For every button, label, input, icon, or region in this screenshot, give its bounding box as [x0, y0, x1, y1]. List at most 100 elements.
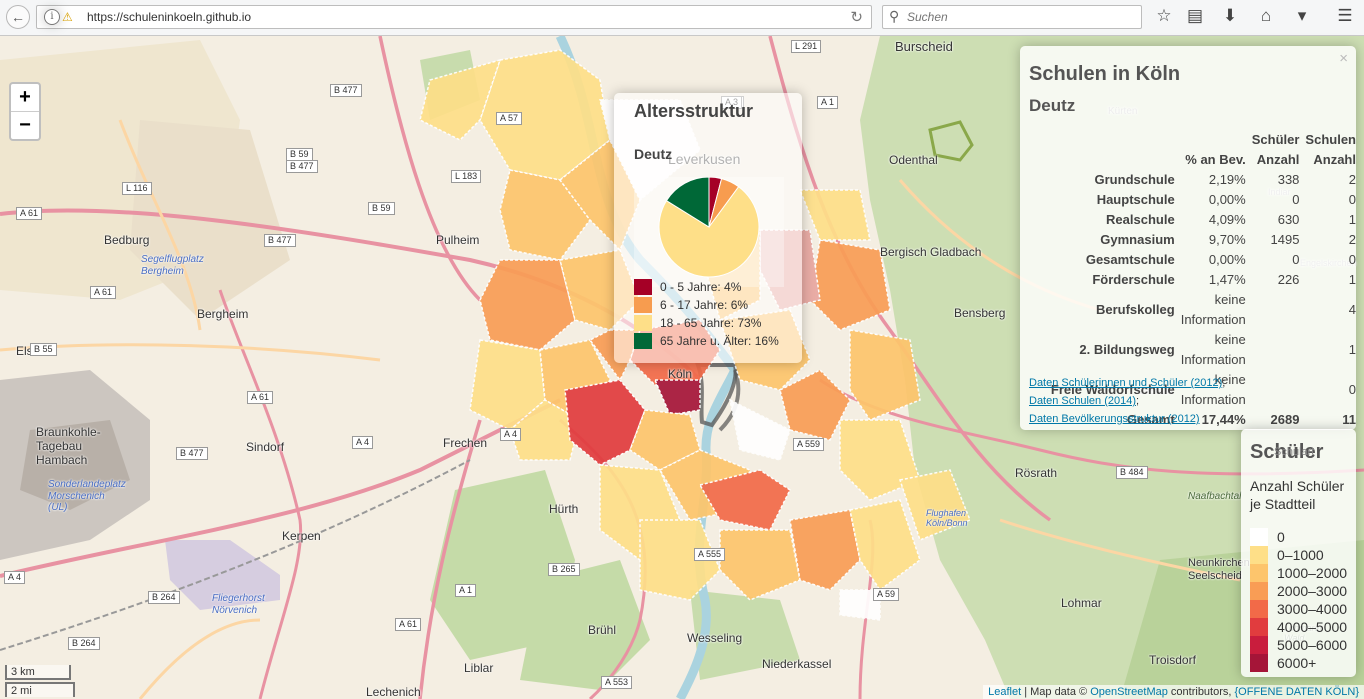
age-title: Altersstruktur	[634, 101, 754, 121]
legend-item: 5000–6000	[1250, 636, 1347, 654]
link-schueler-data[interactable]: Daten Schülerinnen und Schüler (2012)	[1029, 377, 1222, 389]
road-label: B 265	[548, 563, 580, 576]
road-label: A 1	[455, 584, 477, 597]
url-text[interactable]: https://schuleninkoeln.github.io	[87, 10, 251, 24]
road-label: B 477	[264, 234, 296, 247]
place-label: Sonderlandeplatz Morschenich (UL)	[48, 479, 126, 513]
legend-swatch	[1250, 654, 1268, 672]
back-button[interactable]: ←	[6, 5, 30, 29]
legend-swatch	[1250, 564, 1268, 582]
info-icon[interactable]: i	[44, 9, 60, 25]
osm-link[interactable]: OpenStreetMap	[1090, 686, 1168, 698]
road-label: B 55	[30, 343, 57, 356]
table-cell-count	[1246, 290, 1300, 330]
legend-item: 0–1000	[1250, 546, 1324, 564]
table-cell-type: Förderschule	[1092, 272, 1175, 287]
table-row: Gesamtschule 0,00% 0 0	[1028, 250, 1356, 270]
col-header: Schüler	[1251, 132, 1300, 147]
legend-swatch	[1250, 528, 1268, 546]
table-cell-type: 2. Bildungsweg	[1079, 342, 1175, 357]
table-row: Grundschule 2,19% 338 2	[1028, 170, 1356, 190]
place-label: Lechenich	[366, 685, 421, 699]
road-label: A 555	[694, 548, 726, 561]
table-cell-pct: 0,00%	[1208, 192, 1246, 207]
info-title: Schulen in Köln	[1029, 63, 1181, 85]
table-cell-pct: keine Information	[1180, 292, 1246, 327]
insecure-lock-icon[interactable]: ⚠	[62, 10, 73, 24]
place-label: Frechen	[443, 436, 488, 450]
table-row: 2. Bildungsweg keine Information 1	[1028, 330, 1356, 370]
link-schulen-data[interactable]: Daten Schulen (2014)	[1029, 395, 1136, 407]
road-label: A 553	[601, 676, 633, 689]
pocket-icon[interactable]: ▾	[1291, 6, 1313, 26]
place-label: Fliegerhorst Nörvenich	[212, 593, 265, 616]
place-label: Rösrath	[1015, 466, 1058, 480]
col-header	[1028, 130, 1175, 150]
road-label: L 291	[791, 40, 822, 53]
zoom-out-button[interactable]: −	[11, 112, 39, 139]
reading-list-icon[interactable]: ▤	[1184, 6, 1206, 26]
age-legend-item: 0 - 5 Jahre: 4%	[634, 279, 741, 297]
age-pie-container	[634, 176, 784, 287]
search-input[interactable]	[905, 9, 1129, 25]
place-label: Wesseling	[687, 631, 743, 645]
browser-toolbar: ← i ⚠ https://schuleninkoeln.github.io ↻…	[0, 0, 1364, 36]
leaflet-link[interactable]: Leaflet	[988, 686, 1021, 698]
place-label: Brühl	[588, 623, 617, 637]
road-label: A 59	[873, 588, 900, 601]
road-label: B 477	[330, 84, 362, 97]
download-icon[interactable]: ⬇	[1219, 6, 1241, 26]
legend-label: 4000–5000	[1277, 619, 1348, 635]
table-cell-pct: 0,00%	[1208, 252, 1246, 267]
table-cell-schools: 4	[1348, 302, 1356, 317]
place-label: Sindorf	[246, 440, 285, 454]
place-label: Kerpen	[282, 529, 321, 543]
table-cell-schools: 0	[1348, 382, 1356, 397]
scale-mi: 2 mi	[5, 682, 75, 697]
table-cell-count: 338	[1277, 172, 1300, 187]
legend-label: 3000–4000	[1277, 601, 1348, 617]
table-row: Förderschule 1,47% 226 1	[1028, 270, 1356, 290]
link-bevoelkerung-data[interactable]: Daten Bevölkerungsstruktur (2012)	[1029, 413, 1200, 425]
road-label: A 61	[395, 618, 422, 631]
age-legend-label: 18 - 65 Jahre: 73%	[660, 316, 762, 330]
legend-item: 3000–4000	[1250, 600, 1347, 618]
road-label: A 57	[496, 112, 523, 125]
close-icon[interactable]: ×	[1339, 50, 1348, 67]
link-separator: ;	[1222, 377, 1226, 389]
home-icon[interactable]: ⌂	[1255, 6, 1277, 26]
bookmark-star-icon[interactable]: ☆	[1153, 6, 1175, 26]
table-cell-pct: 9,70%	[1208, 232, 1246, 247]
legend-description: Anzahl Schüler je Stadtteil	[1250, 478, 1345, 512]
link-separator: ;	[1136, 395, 1140, 407]
table-row: Berufskolleg keine Information 4	[1028, 290, 1356, 330]
data-links: Daten Schülerinnen und Schüler (2012); D…	[1029, 374, 1225, 428]
road-label: L 183	[451, 170, 482, 183]
table-cell-schools: 2	[1348, 172, 1356, 187]
layer-control-label[interactable]: Schulart	[1274, 446, 1314, 458]
table-cell-schools: 0	[1348, 192, 1356, 207]
place-label: Niederkassel	[762, 657, 832, 671]
zoom-in-button[interactable]: +	[11, 84, 39, 112]
table-row: Gymnasium 9,70% 1495 2	[1028, 230, 1356, 250]
age-legend-label: 0 - 5 Jahre: 4%	[660, 280, 742, 294]
url-bar[interactable]: i ⚠ https://schuleninkoeln.github.io ↻	[36, 5, 872, 29]
table-cell-count: 2689	[1270, 412, 1300, 427]
table-cell-count	[1246, 330, 1300, 370]
table-cell-schools: 1	[1348, 212, 1356, 227]
table-cell-type: Hauptschule	[1096, 192, 1175, 207]
legend-swatch	[634, 315, 652, 331]
table-cell-pct: 4,09%	[1208, 212, 1246, 227]
place-label: Flughafen Köln/Bonn	[926, 508, 968, 529]
legend-label: 2000–3000	[1277, 583, 1348, 599]
offene-daten-link[interactable]: {OFFENE DATEN KÖLN}	[1235, 686, 1360, 698]
menu-icon[interactable]: ☰	[1334, 6, 1356, 26]
place-label: Troisdorf	[1149, 653, 1196, 667]
place-label: Braunkohle- Tagebau Hambach	[36, 425, 101, 467]
road-label: B 264	[148, 591, 180, 604]
road-label: B 484	[1116, 466, 1148, 479]
search-bar[interactable]: ⚲	[882, 5, 1142, 29]
road-label: A 4	[500, 428, 522, 441]
road-label: L 116	[122, 182, 152, 195]
reload-icon[interactable]: ↻	[850, 8, 863, 26]
